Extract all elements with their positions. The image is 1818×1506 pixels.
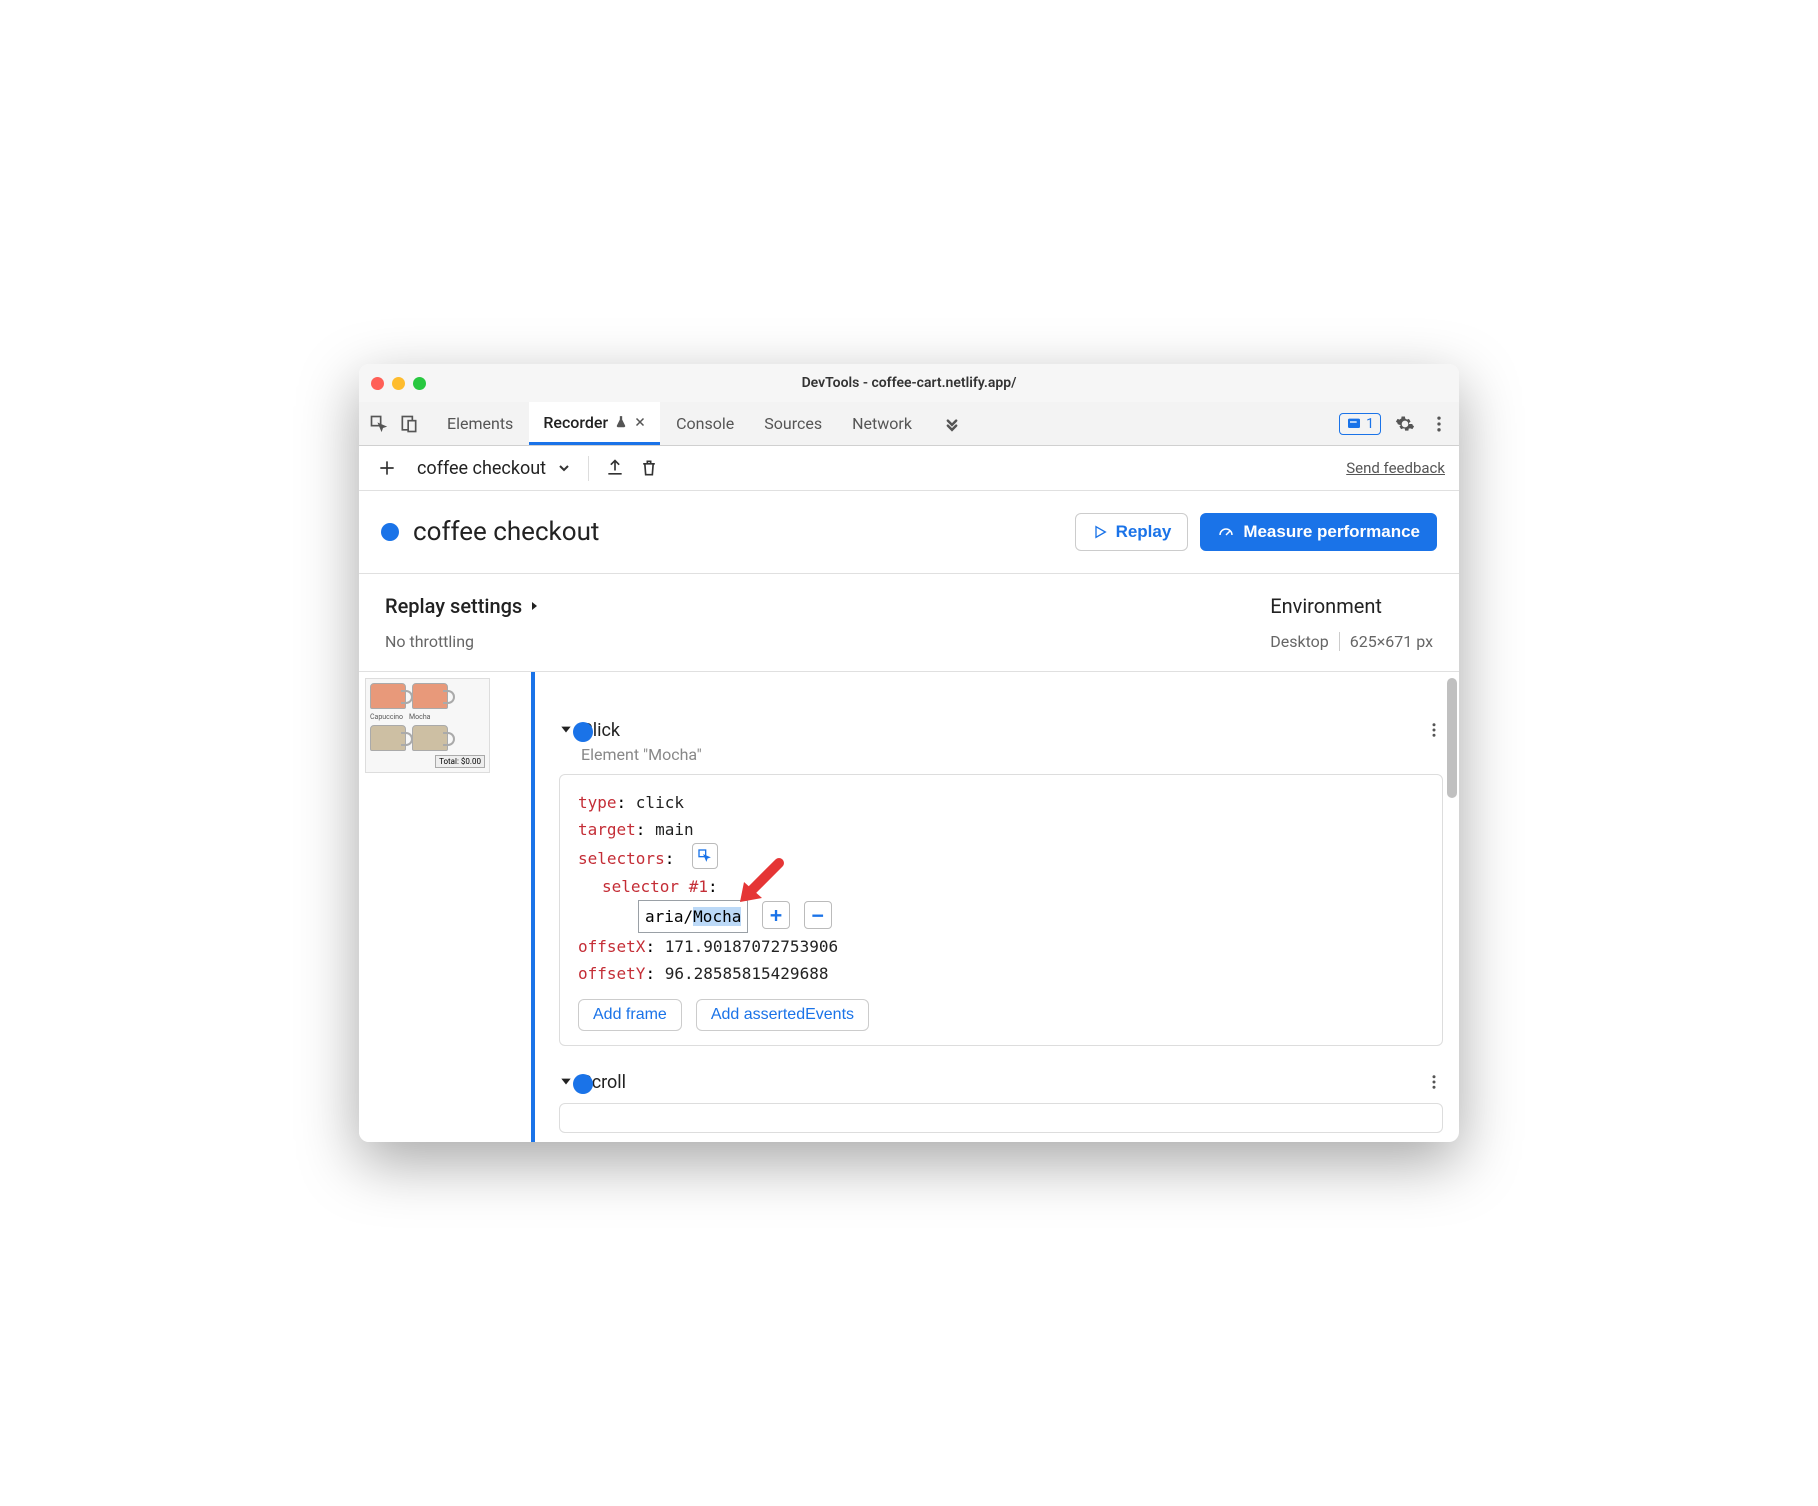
remove-selector-button[interactable]: −: [804, 901, 832, 929]
step-details: type: click target: main selectors: sele…: [559, 774, 1443, 1046]
gauge-icon: [1217, 523, 1235, 541]
step-thumbnail: CapuccinoMocha Total: $0.00: [359, 672, 509, 1142]
traffic-lights: [371, 377, 426, 390]
step-track[interactable]: Click Element "Mocha" type: click target…: [509, 672, 1459, 1142]
tab-console[interactable]: Console: [662, 402, 748, 445]
minimize-window-button[interactable]: [392, 377, 405, 390]
step-subtitle: Element "Mocha": [581, 745, 1443, 764]
step-details: [559, 1103, 1443, 1133]
add-selector-button[interactable]: +: [762, 901, 790, 929]
measure-performance-button[interactable]: Measure performance: [1200, 513, 1437, 551]
chevron-right-icon: [528, 600, 540, 612]
element-picker-button[interactable]: [692, 843, 718, 869]
export-icon[interactable]: [605, 458, 625, 478]
tab-recorder[interactable]: Recorder: [529, 402, 660, 445]
panel-tabs: Elements Recorder Console Sources Networ…: [433, 402, 976, 445]
tab-overflow-button[interactable]: [928, 402, 976, 445]
recording-header: coffee checkout Replay Measure performan…: [359, 491, 1459, 574]
step-menu-icon[interactable]: [1425, 1072, 1443, 1096]
expand-step-icon[interactable]: [559, 722, 573, 736]
step-click: Click Element "Mocha" type: click target…: [559, 720, 1443, 1046]
issues-count: 1: [1366, 416, 1374, 432]
chevron-down-icon: [556, 460, 572, 476]
recording-indicator-icon: [381, 523, 399, 541]
play-icon: [1092, 524, 1108, 540]
add-asserted-events-button[interactable]: Add assertedEvents: [696, 999, 869, 1031]
thumb-total-badge: Total: $0.00: [435, 755, 485, 768]
window-title: DevTools - coffee-cart.netlify.app/: [359, 375, 1459, 391]
kebab-menu-icon[interactable]: [1429, 414, 1449, 434]
selector-input[interactable]: aria/Mocha: [638, 900, 748, 933]
send-feedback-link[interactable]: Send feedback: [1346, 459, 1445, 477]
delete-icon[interactable]: [639, 458, 659, 478]
tab-sources[interactable]: Sources: [750, 402, 836, 445]
expand-step-icon[interactable]: [559, 1074, 573, 1088]
issues-icon: [1346, 416, 1362, 432]
issues-badge[interactable]: 1: [1339, 413, 1381, 435]
throttling-value: No throttling: [385, 632, 540, 651]
close-tab-icon[interactable]: [634, 416, 646, 428]
environment-value: Desktop 625×671 px: [1270, 632, 1433, 651]
timeline-node[interactable]: [573, 722, 593, 742]
thumbnail-preview: CapuccinoMocha Total: $0.00: [365, 678, 490, 773]
device-toggle-icon[interactable]: [399, 414, 419, 434]
recording-name: coffee checkout: [417, 458, 546, 479]
recording-title: coffee checkout: [413, 517, 599, 547]
new-recording-button[interactable]: [373, 454, 401, 482]
step-scroll: Scroll: [559, 1072, 1443, 1133]
step-menu-icon[interactable]: [1425, 720, 1443, 744]
close-window-button[interactable]: [371, 377, 384, 390]
add-frame-button[interactable]: Add frame: [578, 999, 682, 1031]
replay-button[interactable]: Replay: [1075, 513, 1189, 551]
scrollbar-thumb[interactable]: [1447, 678, 1457, 798]
recorder-toolbar: coffee checkout Send feedback: [359, 446, 1459, 491]
inspect-element-icon[interactable]: [369, 414, 389, 434]
settings-row: Replay settings No throttling Environmen…: [359, 574, 1459, 672]
devtools-window: DevTools - coffee-cart.netlify.app/ Elem…: [359, 364, 1459, 1142]
tab-elements[interactable]: Elements: [433, 402, 527, 445]
macos-titlebar: DevTools - coffee-cart.netlify.app/: [359, 364, 1459, 402]
recording-dropdown[interactable]: coffee checkout: [411, 456, 589, 481]
settings-gear-icon[interactable]: [1395, 414, 1415, 434]
replay-settings-heading[interactable]: Replay settings: [385, 594, 540, 618]
timeline-area: CapuccinoMocha Total: $0.00 Click Elemen…: [359, 672, 1459, 1142]
toolbar-left-icons: [369, 414, 419, 434]
timeline-rail: [531, 672, 535, 1142]
environment-heading: Environment: [1270, 594, 1433, 618]
devtools-tabbar: Elements Recorder Console Sources Networ…: [359, 402, 1459, 446]
zoom-window-button[interactable]: [413, 377, 426, 390]
flask-icon: [614, 415, 628, 429]
tab-network[interactable]: Network: [838, 402, 926, 445]
